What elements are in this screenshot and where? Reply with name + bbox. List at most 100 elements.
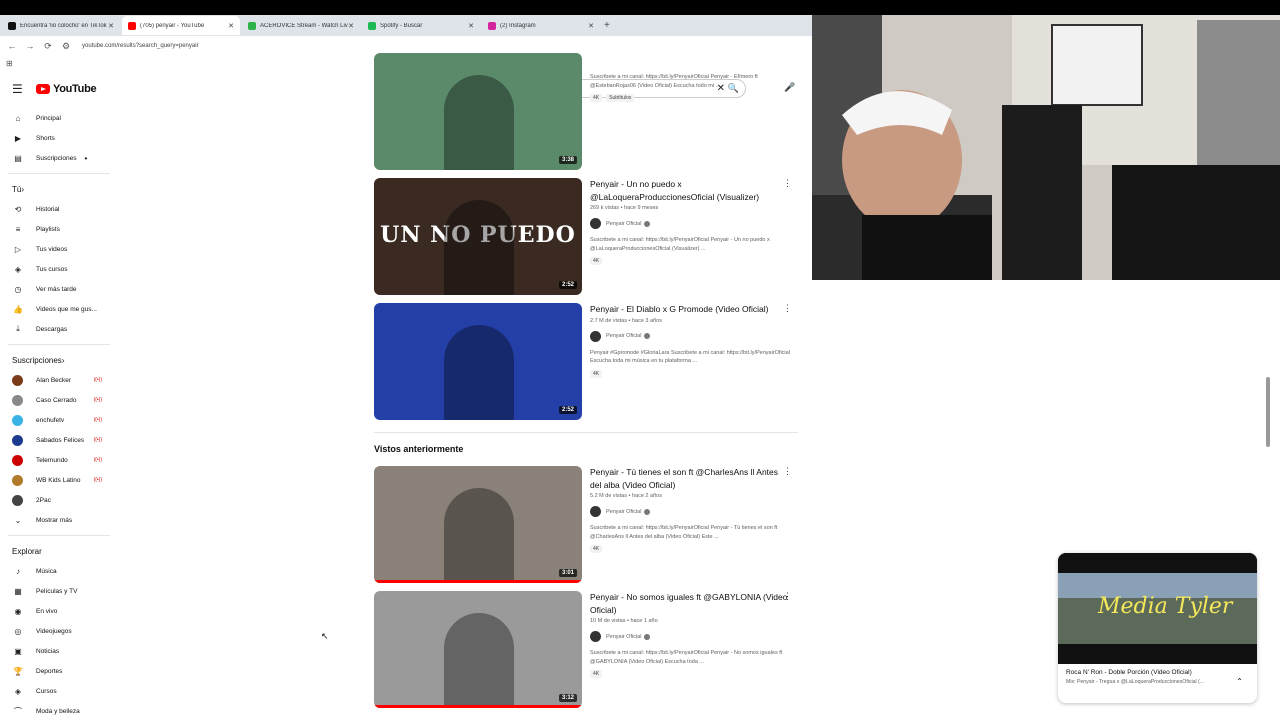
channel-avatar <box>590 330 601 342</box>
sidebar-explore-heading: Explorar <box>12 546 42 556</box>
video-result[interactable]: 3:38 Suscribete a mi canal: https://bit.l… <box>374 53 804 171</box>
site-info-icon[interactable]: ⚙ <box>60 41 72 52</box>
channel-link[interactable]: Penyair Oficial <box>590 506 790 517</box>
subscription-item[interactable]: Telemundo ((•)) <box>0 450 118 470</box>
video-thumbnail[interactable]: 3:12 <box>374 591 582 708</box>
subscription-item[interactable]: WB Kids Latino ((•)) <box>0 470 118 490</box>
sidebar-item[interactable]: ▷ Tus videos <box>0 239 118 259</box>
browser-tab[interactable]: Encuentra 'lio colocho' en TikTok ✕ <box>2 16 120 35</box>
sidebar-item-label: Tus cursos <box>36 265 68 273</box>
sidebar-item[interactable]: ◉ En vivo <box>0 601 118 621</box>
subscriptions-icon: ▤ <box>14 153 22 163</box>
sidebar-item[interactable]: ▣ Noticias <box>0 641 118 661</box>
sidebar-item-label: Deportes <box>36 667 63 675</box>
sidebar-item-label: Videojuegos <box>36 627 72 635</box>
quality-badge: 4K <box>590 257 603 265</box>
sidebar-item[interactable]: ⌒ Moda y belleza <box>0 701 118 720</box>
subscription-item[interactable]: enchufetv ((•)) <box>0 410 118 430</box>
subscription-item[interactable]: Alan Becker ((•)) <box>0 370 118 390</box>
close-tab-icon[interactable]: ✕ <box>588 22 594 30</box>
tab-favicon-icon <box>8 21 16 30</box>
miniplayer[interactable]: Media Tyler Roca N' Ron - Doble Porción … <box>1058 553 1257 703</box>
show-more-button[interactable]: ⌄ Mostrar más <box>0 510 118 530</box>
youtube-logo[interactable]: YouTube <box>36 83 97 95</box>
new-tab-icon[interactable]: + <box>604 20 610 31</box>
subscription-item[interactable]: 2Pac <box>0 490 118 510</box>
sidebar-item[interactable]: ▦ Películas y TV <box>0 581 118 601</box>
back-icon[interactable]: ← <box>6 41 18 51</box>
mouse-cursor-icon: ↖ <box>321 631 329 641</box>
subscription-item[interactable]: Caso Cerrado ((•)) <box>0 390 118 410</box>
browser-tab[interactable]: ACEROVICE Stream - Watch Live ✕ <box>242 16 360 35</box>
video-description: Suscribete a mi canal: https://bit.ly/Pe… <box>590 237 770 252</box>
menu-icon[interactable]: ☰ <box>12 82 23 96</box>
video-thumbnail[interactable]: 3:01 <box>374 466 582 583</box>
page-scrollbar[interactable] <box>1266 377 1270 447</box>
video-title[interactable]: Penyair - Tú tienes el son ft @CharlesAn… <box>590 466 790 491</box>
video-thumbnail[interactable]: UN NO PUEDO 2:52 <box>374 178 582 295</box>
forward-icon[interactable]: → <box>24 41 36 51</box>
chevron-up-icon[interactable]: ⌃ <box>1236 677 1243 686</box>
sidebar-item-label: Ver más tarde <box>36 285 77 293</box>
url-field[interactable]: youtube.com/results?search_query=penyair <box>82 43 199 49</box>
sidebar-item[interactable]: 🏆 Deportes <box>0 661 118 681</box>
video-thumbnail[interactable]: 3:38 <box>374 53 582 170</box>
shorts-icon: ▶ <box>14 133 22 143</box>
youtube-play-icon <box>36 84 50 94</box>
sidebar-item[interactable]: ⤓ Descargas <box>0 319 118 339</box>
browser-tab[interactable]: (2) Instagram ✕ <box>482 16 600 35</box>
channel-avatar <box>12 414 23 426</box>
video-thumbnail[interactable]: 2:52 <box>374 303 582 420</box>
sidebar-item[interactable]: ◷ Ver más tarde <box>0 279 118 299</box>
section-divider <box>374 432 798 433</box>
sidebar-item[interactable]: ▤ Suscripciones • <box>0 148 118 168</box>
video-title[interactable]: Penyair - No somos iguales ft @GABYLONIA… <box>590 591 790 616</box>
music-icon: ♪ <box>16 566 20 576</box>
sidebar-item[interactable]: ⟲ Historial <box>0 199 118 219</box>
sidebar-item[interactable]: ▶ Shorts <box>0 128 118 148</box>
browser-tab[interactable]: (705) penyair - YouTube ✕ <box>122 16 240 35</box>
hanger-icon: ⌒ <box>14 706 22 716</box>
video-meta: 10 M de vistas • hace 1 año <box>590 618 658 624</box>
sidebar-item[interactable]: ≡ Playlists <box>0 219 118 239</box>
sidebar-subscriptions-heading[interactable]: Suscripciones › <box>0 350 118 370</box>
channel-link[interactable]: Penyair Oficial <box>590 631 790 642</box>
sidebar-item[interactable]: ♪ Música <box>0 561 118 581</box>
reload-icon[interactable]: ⟳ <box>42 41 54 52</box>
video-badges: 4K <box>590 545 790 553</box>
video-result[interactable]: 3:12 Penyair - No somos iguales ft @GABYL… <box>374 591 804 709</box>
close-tab-icon[interactable]: ✕ <box>348 22 354 30</box>
video-result[interactable]: UN NO PUEDO 2:52 Penyair - Un no puedo x @… <box>374 178 804 296</box>
apps-grid-icon[interactable]: ⊞ <box>6 59 13 68</box>
close-tab-icon[interactable]: ✕ <box>108 22 114 30</box>
video-title[interactable]: Penyair - El Diablo x G Promode (Video O… <box>590 303 790 316</box>
channel-avatar <box>12 494 23 506</box>
more-options-icon[interactable]: ⋮ <box>783 178 792 189</box>
more-options-icon[interactable]: ⋮ <box>783 466 792 477</box>
video-result[interactable]: 2:52 Penyair - El Diablo x G Promode (Vid… <box>374 303 804 421</box>
sidebar-item[interactable]: ◈ Cursos <box>0 681 118 701</box>
thumbnail-figure <box>444 200 514 295</box>
sidebar-item[interactable]: ◈ Tus cursos <box>0 259 118 279</box>
video-title[interactable]: Penyair - Un no puedo x @LaLoqueraProduc… <box>590 178 790 203</box>
more-options-icon[interactable]: ⋮ <box>783 591 792 602</box>
sidebar-you-heading[interactable]: Tú › <box>0 179 118 199</box>
chevron-down-icon: ⌄ <box>14 515 22 525</box>
miniplayer-video[interactable]: Media Tyler <box>1058 553 1257 664</box>
close-tab-icon[interactable]: ✕ <box>468 22 474 30</box>
tab-favicon-icon <box>488 21 496 30</box>
subscription-item[interactable]: Sabados Felices ((•)) <box>0 430 118 450</box>
sidebar-item[interactable]: ⌂ Principal <box>0 108 118 128</box>
channel-avatar <box>12 434 23 446</box>
more-options-icon[interactable]: ⋮ <box>783 303 792 314</box>
sidebar-item[interactable]: ◎ Videojuegos <box>0 621 118 641</box>
browser-tab[interactable]: Spotify - Buscar ✕ <box>362 16 480 35</box>
channel-link[interactable]: Penyair Oficial <box>590 330 790 342</box>
channel-link[interactable]: Penyair Oficial <box>590 218 790 229</box>
close-tab-icon[interactable]: ✕ <box>228 22 234 30</box>
video-info: Penyair - El Diablo x G Promode (Video O… <box>590 303 790 378</box>
sidebar-item[interactable]: 👍 Videos que me gus... <box>0 299 118 319</box>
sidebar-item-label: Videos que me gus... <box>36 305 97 313</box>
thumbnail-figure <box>444 613 514 708</box>
video-result[interactable]: 3:01 Penyair - Tú tienes el son ft @Charl… <box>374 466 804 584</box>
